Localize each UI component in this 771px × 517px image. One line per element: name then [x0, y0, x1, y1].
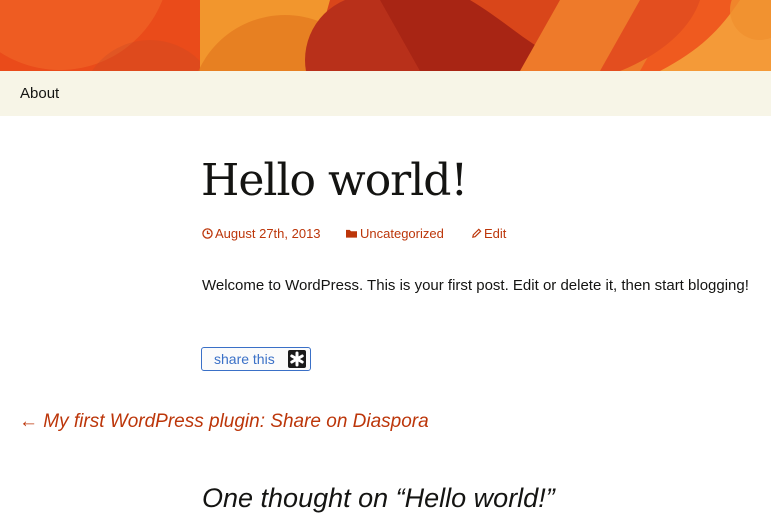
share-label: share this: [214, 351, 275, 367]
post-content: Welcome to WordPress. This is your first…: [202, 277, 749, 294]
nav-item-about[interactable]: About: [20, 85, 59, 102]
post-category: Uncategorized: [360, 226, 444, 241]
diaspora-asterisk-icon: [288, 350, 306, 368]
folder-icon: [346, 229, 357, 238]
post-title: Hello world!: [201, 155, 468, 206]
pencil-icon: [472, 228, 482, 238]
edit-label: Edit: [484, 226, 507, 241]
previous-post-link[interactable]: ← My first WordPress plugin: Share on Di…: [19, 411, 429, 433]
post-category-link[interactable]: Uncategorized: [345, 226, 444, 241]
main-navigation: About: [0, 71, 771, 116]
header-artwork: [0, 0, 771, 71]
post-date-link[interactable]: August 27th, 2013: [202, 226, 321, 241]
edit-post-link[interactable]: Edit: [471, 226, 506, 241]
share-this-button[interactable]: share this: [201, 347, 311, 371]
clock-icon: [202, 228, 213, 239]
post-date: August 27th, 2013: [215, 226, 321, 241]
header-banner[interactable]: [0, 0, 771, 71]
comments-title: One thought on “Hello world!”: [202, 483, 555, 513]
